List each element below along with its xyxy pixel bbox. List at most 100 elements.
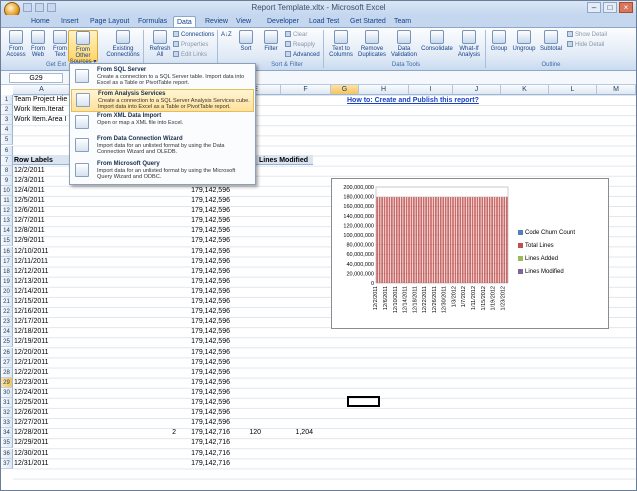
links-icon — [173, 51, 179, 57]
row-header-24[interactable]: 24 — [1, 327, 13, 338]
row-header-18[interactable]: 18 — [1, 266, 13, 277]
row-header-27[interactable]: 27 — [1, 357, 13, 368]
row-labels-header[interactable]: Row Labels — [14, 156, 53, 166]
row-header-7[interactable]: 7 — [1, 155, 13, 166]
total-lines-cell: 179,142,596 — [191, 257, 230, 265]
tab-formulas[interactable]: Formulas — [135, 16, 170, 27]
row-header-2[interactable]: 2 — [1, 105, 13, 116]
consolidate-button[interactable]: Consolidate — [421, 30, 453, 62]
subtotal-button[interactable]: Subtotal — [538, 30, 564, 62]
row-header-34[interactable]: 34 — [1, 428, 13, 439]
row-header-12[interactable]: 12 — [1, 206, 13, 217]
tab-load-test[interactable]: Load Test — [306, 16, 342, 27]
row-header-8[interactable]: 8 — [1, 165, 13, 176]
sort-a-z-button[interactable]: A↓Z — [221, 31, 232, 39]
tab-review[interactable]: Review — [202, 16, 231, 27]
name-box[interactable]: G29 — [9, 73, 63, 83]
group-button[interactable]: Group — [488, 30, 510, 62]
column-header-m[interactable]: M — [597, 85, 636, 95]
refresh-all-button[interactable]: Refresh All — [147, 30, 173, 62]
row-header-22[interactable]: 22 — [1, 307, 13, 318]
row-header-37[interactable]: 37 — [1, 458, 13, 469]
close-icon[interactable]: × — [619, 2, 633, 13]
row-header-33[interactable]: 33 — [1, 418, 13, 429]
row-header-20[interactable]: 20 — [1, 286, 13, 297]
tab-home[interactable]: Home — [28, 16, 53, 27]
x-tick-label: 12/22/2011 — [422, 286, 428, 313]
row-header-26[interactable]: 26 — [1, 347, 13, 358]
menu-item-from-data-connection-wizard[interactable]: From Data Connection Wizard Import data f… — [71, 135, 254, 158]
row-header-30[interactable]: 30 — [1, 387, 13, 398]
reapply-button[interactable]: Reapply — [285, 41, 315, 49]
tab-view[interactable]: View — [233, 16, 254, 27]
sort-button[interactable]: Sort — [235, 30, 257, 62]
advanced-button[interactable]: Advanced — [285, 51, 320, 59]
row-header-29[interactable]: 29 — [1, 377, 13, 388]
from-other-sources-button[interactable]: From Other Sources ▾ — [68, 30, 98, 65]
column-header-f[interactable]: F — [281, 85, 331, 95]
data-validation-button[interactable]: Data Validation — [389, 30, 419, 62]
edit-links-button[interactable]: Edit Links — [173, 51, 207, 59]
existing-connections-button[interactable]: Existing Connections — [106, 30, 140, 62]
clear-button[interactable]: Clear — [285, 31, 307, 39]
connections-button[interactable]: Connections — [173, 31, 214, 39]
row-header-36[interactable]: 36 — [1, 448, 13, 459]
row-header-19[interactable]: 19 — [1, 276, 13, 287]
filter-button[interactable]: Filter — [259, 30, 283, 62]
tab-developer[interactable]: Developer — [264, 16, 302, 27]
selected-cell[interactable] — [347, 396, 380, 407]
row-header-4[interactable]: 4 — [1, 125, 13, 136]
menu-item-from-sql-server[interactable]: From SQL Server Create a connection to a … — [71, 66, 254, 89]
tab-team[interactable]: Team — [391, 16, 414, 27]
row-header-25[interactable]: 25 — [1, 337, 13, 348]
minimize-icon[interactable]: – — [587, 2, 601, 13]
column-header-g[interactable]: G — [331, 85, 359, 95]
chart[interactable]: 200,000,000 180,000,000 160,000,000 140,000… — [331, 178, 609, 329]
row-header-14[interactable]: 14 — [1, 226, 13, 237]
remove-duplicates-button[interactable]: Remove Duplicates — [357, 30, 387, 62]
menu-item-from-microsoft-query[interactable]: From Microsoft Query Import data for an u… — [71, 160, 254, 183]
tab-page-layout[interactable]: Page Layout — [87, 16, 132, 27]
tab-get-started[interactable]: Get Started — [347, 16, 389, 27]
row-header-5[interactable]: 5 — [1, 135, 13, 146]
what-if-analysis-button[interactable]: What-If Analysis — [455, 30, 483, 62]
group-separator — [485, 30, 486, 68]
column-header-a[interactable]: A — [13, 85, 71, 95]
column-header-l[interactable]: L — [549, 85, 597, 95]
row-header-31[interactable]: 31 — [1, 398, 13, 409]
row-header-13[interactable]: 13 — [1, 216, 13, 227]
column-header-i[interactable]: I — [409, 85, 453, 95]
maximize-icon[interactable]: □ — [603, 2, 617, 13]
howto-link[interactable]: How to: Create and Publish this report? — [347, 97, 479, 104]
tab-insert[interactable]: Insert — [58, 16, 82, 27]
menu-item-from-analysis-services[interactable]: From Analysis Services Create a connectio… — [71, 89, 254, 112]
row-header-9[interactable]: 9 — [1, 175, 13, 186]
properties-button[interactable]: Properties — [173, 41, 208, 49]
row-header-3[interactable]: 3 — [1, 115, 13, 126]
row-header-32[interactable]: 32 — [1, 408, 13, 419]
row-header-1[interactable]: 1 — [1, 95, 13, 106]
row-header-21[interactable]: 21 — [1, 297, 13, 308]
hide-detail-button[interactable]: Hide Detail — [567, 41, 604, 49]
show-detail-button[interactable]: Show Detail — [567, 31, 607, 39]
column-header-h[interactable]: H — [359, 85, 409, 95]
tab-data[interactable]: Data — [173, 16, 196, 27]
bar-total-lines — [449, 197, 452, 283]
row-header-35[interactable]: 35 — [1, 438, 13, 449]
row-header-6[interactable]: 6 — [1, 145, 13, 156]
row-header-17[interactable]: 17 — [1, 256, 13, 267]
column-header-k[interactable]: K — [501, 85, 549, 95]
row-header-15[interactable]: 15 — [1, 236, 13, 247]
total-lines-cell: 179,142,596 — [191, 186, 230, 194]
total-lines-cell: 179,142,716 — [191, 439, 230, 447]
row-header-10[interactable]: 10 — [1, 185, 13, 196]
group-separator — [323, 30, 324, 68]
row-header-16[interactable]: 16 — [1, 246, 13, 257]
row-header-11[interactable]: 11 — [1, 196, 13, 207]
text-to-columns-button[interactable]: Text to Columns — [327, 30, 355, 62]
ungroup-button[interactable]: Ungroup — [511, 30, 537, 62]
menu-item-from-xml-data-import[interactable]: From XML Data Import Open or map a XML fi… — [71, 112, 254, 135]
row-header-28[interactable]: 28 — [1, 367, 13, 378]
row-header-23[interactable]: 23 — [1, 317, 13, 328]
column-header-j[interactable]: J — [453, 85, 501, 95]
